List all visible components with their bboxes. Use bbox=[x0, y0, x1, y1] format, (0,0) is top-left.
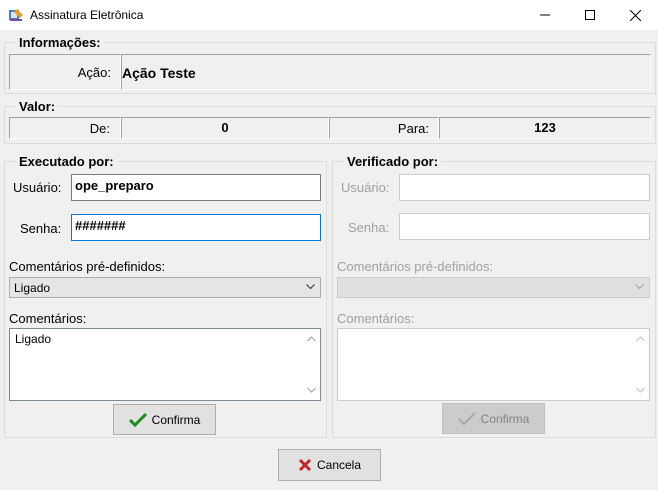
para-value-cell: 123 bbox=[439, 117, 651, 139]
informacoes-group-label: Informações: bbox=[16, 35, 104, 50]
check-icon bbox=[457, 411, 476, 425]
para-value: 123 bbox=[534, 120, 556, 135]
scroll-down-icon bbox=[307, 387, 316, 393]
de-label: De: bbox=[89, 121, 110, 136]
minimize-button[interactable] bbox=[522, 0, 568, 30]
title-bar: Assinatura Eletrônica bbox=[0, 0, 658, 30]
verificado-confirm-label: Confirma bbox=[480, 411, 530, 426]
verificado-group-label: Verificado por: bbox=[344, 154, 442, 169]
executado-predef-value: Ligado bbox=[14, 281, 51, 295]
scroll-up-icon bbox=[307, 336, 316, 342]
executado-predef-select[interactable]: Ligado bbox=[9, 277, 321, 298]
executado-senha-input[interactable]: ####### bbox=[71, 214, 321, 241]
executado-usuario-input[interactable]: ope_preparo bbox=[71, 174, 321, 201]
executado-comentarios-value: Ligado bbox=[15, 332, 52, 346]
verificado-comentarios-label: Comentários: bbox=[337, 311, 415, 326]
executado-senha-label: Senha: bbox=[20, 221, 62, 236]
de-value-cell: 0 bbox=[121, 117, 329, 139]
para-label: Para: bbox=[397, 121, 429, 136]
verificado-comentarios-scrollbar[interactable] bbox=[633, 330, 648, 399]
executado-usuario-label: Usuário: bbox=[13, 180, 62, 195]
verificado-predef-select[interactable] bbox=[337, 277, 650, 298]
app-signature-icon bbox=[9, 9, 23, 21]
verificado-predef-label: Comentários pré-definidos: bbox=[337, 259, 494, 274]
check-icon bbox=[128, 412, 147, 427]
verificado-senha-input[interactable] bbox=[399, 213, 650, 240]
verificado-confirm-button[interactable]: Confirma bbox=[442, 403, 545, 434]
chevron-down-icon bbox=[306, 284, 315, 290]
chevron-down-icon bbox=[635, 284, 644, 290]
cancel-label: Cancela bbox=[316, 458, 362, 472]
maximize-button[interactable] bbox=[567, 0, 613, 30]
executado-comentarios-textarea[interactable]: Ligado bbox=[9, 328, 321, 401]
close-icon bbox=[629, 9, 641, 21]
verificado-usuario-label: Usuário: bbox=[341, 180, 390, 195]
acao-label-cell: Ação: bbox=[9, 54, 121, 90]
minimize-icon bbox=[540, 14, 550, 16]
verificado-usuario-input[interactable] bbox=[399, 174, 650, 201]
de-value: 0 bbox=[221, 120, 229, 135]
executado-comentarios-label: Comentários: bbox=[9, 311, 87, 326]
verificado-senha-label: Senha: bbox=[348, 220, 390, 235]
de-label-cell: De: bbox=[9, 117, 121, 139]
para-label-cell: Para: bbox=[329, 117, 439, 139]
executado-confirm-label: Confirma bbox=[151, 412, 201, 427]
window-title: Assinatura Eletrônica bbox=[30, 8, 144, 22]
executado-comentarios-scrollbar[interactable] bbox=[304, 330, 319, 399]
close-button[interactable] bbox=[612, 0, 658, 30]
cancel-x-icon bbox=[298, 458, 312, 472]
executado-group-label: Executado por: bbox=[16, 154, 117, 169]
verificado-comentarios-textarea[interactable] bbox=[337, 328, 650, 401]
acao-value: Ação Teste bbox=[122, 65, 196, 81]
maximize-icon bbox=[585, 10, 595, 20]
scroll-down-icon bbox=[636, 387, 645, 393]
valor-group-label: Valor: bbox=[16, 99, 59, 114]
acao-label: Ação: bbox=[77, 65, 111, 80]
cancel-button[interactable]: Cancela bbox=[278, 449, 381, 481]
executado-confirm-button[interactable]: Confirma bbox=[113, 404, 216, 435]
executado-predef-label: Comentários pré-definidos: bbox=[9, 259, 166, 274]
scroll-up-icon bbox=[636, 336, 645, 342]
acao-value-cell: Ação Teste bbox=[121, 54, 651, 90]
